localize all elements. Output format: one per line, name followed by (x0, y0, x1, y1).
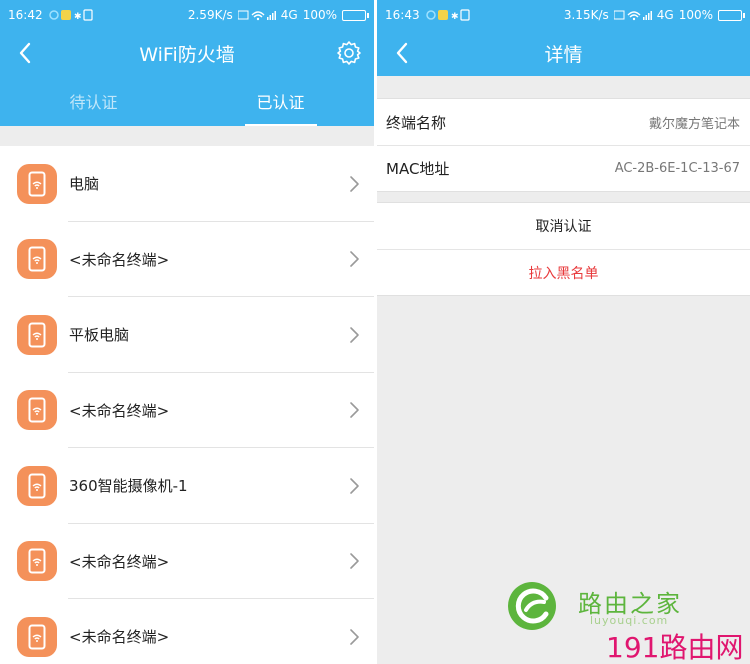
chevron-right-icon (350, 175, 359, 192)
device-list-item[interactable]: <未命名终端> (0, 524, 374, 599)
device-name: 360智能摄像机-1 (69, 477, 188, 496)
battery-icon (342, 9, 369, 21)
watermark-logo-icon (508, 582, 556, 630)
phone-wifi-icon (17, 616, 57, 657)
device-name: <未命名终端> (69, 401, 170, 420)
status-time: 16:42 (8, 8, 43, 22)
page-title: WiFi防火墙 (139, 43, 235, 66)
phone-wifi-icon (17, 541, 57, 582)
status-network: 4G (656, 8, 674, 22)
chevron-right-icon (350, 326, 359, 343)
device-name: <未命名终端> (69, 628, 170, 647)
info-value: 戴尔魔方笔记本 (648, 116, 740, 132)
chevron-right-icon (350, 251, 359, 268)
device-list-item[interactable]: <未命名终端> (0, 599, 374, 664)
device-list-item[interactable]: 平板电脑 (0, 297, 374, 373)
status-battery: 100% (302, 8, 337, 22)
info-value: AC-2B-6E-1C-13-67 (614, 161, 740, 176)
watermark-brand: 191路由网 (606, 631, 744, 664)
gear-icon (337, 41, 361, 65)
notification-icon: ✱ (425, 9, 470, 21)
notification-icons: ✱ (425, 9, 470, 21)
chevron-right-icon (350, 402, 359, 419)
status-battery: 100% (678, 8, 713, 22)
watermark: 路由之家 luyouqi.com 191路由网 (500, 580, 750, 664)
device-list-item[interactable]: <未命名终端> (0, 373, 374, 448)
settings-button[interactable] (336, 40, 362, 66)
status-speed: 2.59K/s (187, 8, 233, 22)
chevron-right-icon (350, 553, 359, 570)
device-list-item[interactable]: 360智能摄像机-1 (0, 448, 374, 524)
actions: 取消认证 拉入黑名单 (377, 202, 750, 296)
phone-wifi-icon (17, 465, 57, 506)
back-arrow-icon (19, 42, 31, 64)
device-list-item[interactable]: 电脑 (0, 146, 374, 222)
left-screen: 16:42 ✱ 2.59K/s 4G 100% WiFi防火墙 待认证 已认证 … (0, 0, 374, 664)
wifi-signal-icon (613, 10, 652, 21)
svg-text:✱: ✱ (74, 12, 82, 21)
info-row-mac: MAC地址 AC-2B-6E-1C-13-67 (377, 145, 750, 191)
svg-text:✱: ✱ (451, 12, 459, 21)
status-network: 4G (280, 8, 298, 22)
device-list: 电脑 <未命名终端> 平板电脑 <未命名终端> 360智能摄像机-1 <未命名终端> <未命… (0, 146, 374, 664)
chevron-right-icon (350, 628, 359, 645)
nav-bar: WiFi防火墙 (0, 30, 374, 76)
battery-icon (718, 9, 745, 21)
status-bar: 16:42 ✱ 2.59K/s 4G 100% (0, 0, 374, 30)
phone-wifi-icon (17, 239, 57, 280)
status-time: 16:43 (385, 8, 420, 22)
cancel-auth-button[interactable]: 取消认证 (377, 203, 750, 249)
status-speed: 3.15K/s (563, 8, 609, 22)
right-screen: 16:43 ✱ 3.15K/s 4G 100% 详情 终端名称 戴尔魔方笔记本 … (377, 0, 750, 664)
back-arrow-icon (396, 42, 408, 64)
device-name: <未命名终端> (69, 250, 170, 269)
tab-bar: 待认证 已认证 (0, 76, 374, 126)
info-label: MAC地址 (386, 160, 450, 178)
device-list-item[interactable]: <未命名终端> (0, 222, 374, 297)
info-row-terminal-name: 终端名称 戴尔魔方笔记本 (377, 99, 750, 145)
blacklist-button[interactable]: 拉入黑名单 (377, 249, 750, 295)
tab-authenticated[interactable]: 已认证 (187, 76, 374, 126)
wifi-signal-icon (237, 10, 276, 21)
back-button[interactable] (389, 40, 415, 66)
phone-wifi-icon (17, 163, 57, 204)
phone-wifi-icon (17, 390, 57, 431)
device-name: 电脑 (69, 175, 100, 194)
page-title: 详情 (544, 43, 583, 66)
chevron-right-icon (350, 477, 359, 494)
device-name: 平板电脑 (69, 326, 130, 345)
status-bar: 16:43 ✱ 3.15K/s 4G 100% (377, 0, 750, 30)
device-name: <未命名终端> (69, 552, 170, 571)
nav-bar: 详情 (377, 30, 750, 76)
notification-icon: ✱ (48, 9, 93, 21)
tab-pending[interactable]: 待认证 (0, 76, 187, 126)
back-button[interactable] (12, 40, 38, 66)
phone-wifi-icon (17, 314, 57, 355)
device-info: 终端名称 戴尔魔方笔记本 MAC地址 AC-2B-6E-1C-13-67 (377, 98, 750, 192)
notification-icons: ✱ (48, 9, 93, 21)
info-label: 终端名称 (386, 113, 447, 132)
